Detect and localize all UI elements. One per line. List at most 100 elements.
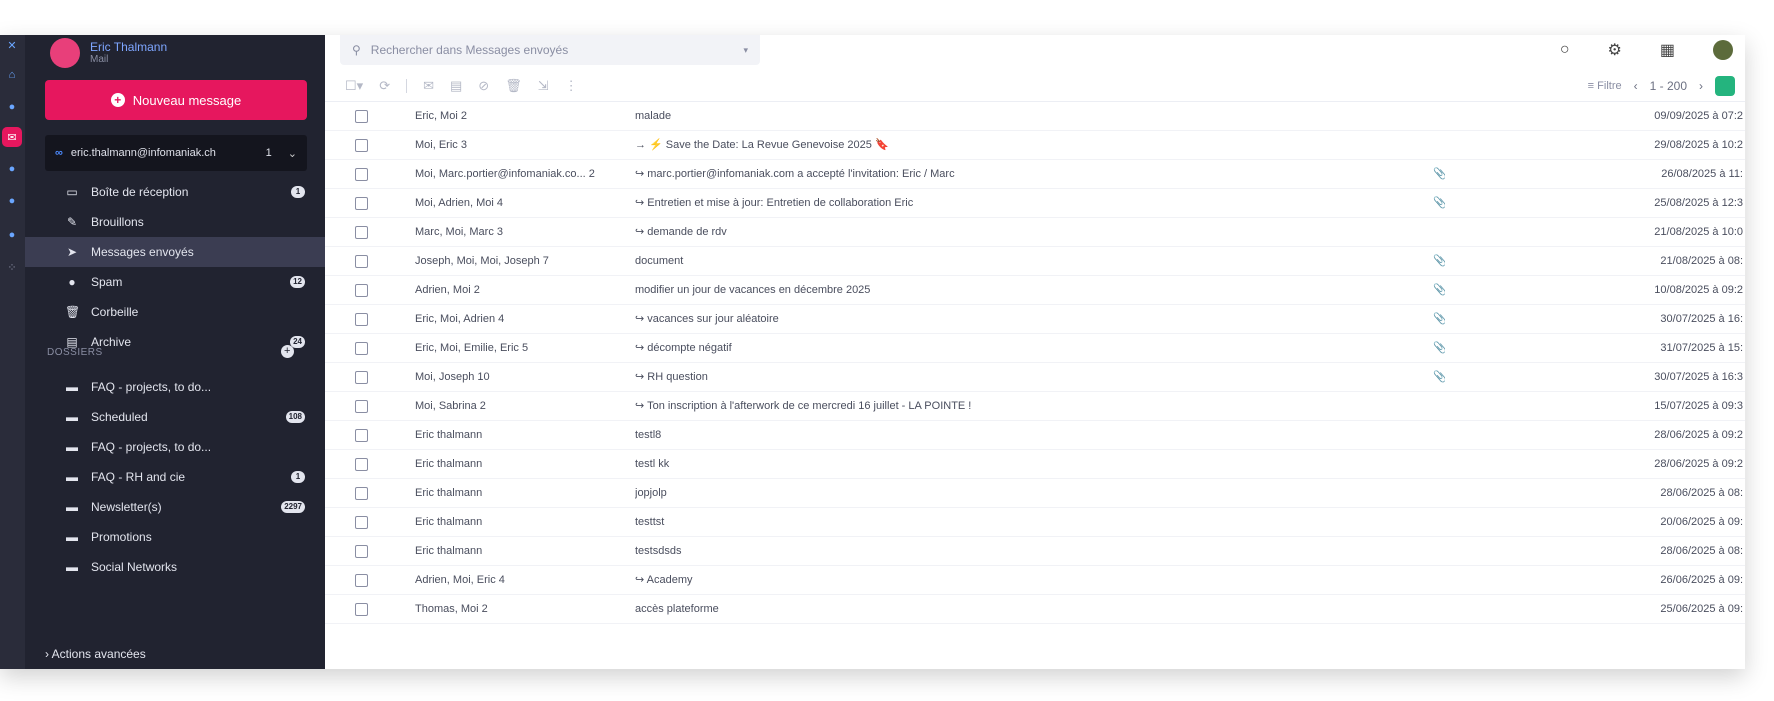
email-row[interactable]: Moi, Marc.portier@infomaniak.co... 2 ↪ ma… <box>325 160 1745 189</box>
email-date: 30/07/2025 à 16:3 <box>1654 371 1743 383</box>
side-panel-icon[interactable] <box>1715 76 1735 96</box>
filter-button[interactable]: ≡ Filtre <box>1588 80 1622 92</box>
row-checkbox[interactable] <box>355 197 368 210</box>
email-from: Moi, Joseph 10 <box>415 371 490 383</box>
email-from: Eric thalmann <box>415 429 483 441</box>
sidebar-folder-bo-te-de-r-ception[interactable]: ▭ Boîte de réception 1 <box>25 177 325 207</box>
archive-icon[interactable]: ▤ <box>450 78 462 94</box>
apps-grid-icon[interactable]: ⁘ <box>2 257 22 277</box>
attachment-icon: 📎 <box>1433 342 1445 354</box>
email-row[interactable]: Moi, Joseph 10 ↪ RH question 📎 30/07/2025 à… <box>325 363 1745 392</box>
plus-icon: + <box>110 93 125 107</box>
account-name: Eric Thalmann <box>90 40 168 54</box>
search-options-chevron-icon[interactable]: ▾ <box>743 45 748 56</box>
mailbox-selector[interactable]: ∞ eric.thalmann@infomaniak.ch 1 ⌄ <box>45 135 307 171</box>
mail-app-window: ✕ ⌂ ● ✉ ● ● ● ⁘ Eric Thalmann Mail + Nou… <box>0 35 1745 669</box>
notifications-icon[interactable]: ○ <box>1560 41 1570 59</box>
select-all-checkbox[interactable]: ☐▾ <box>345 78 363 94</box>
delete-icon[interactable]: 🗑 <box>505 78 522 94</box>
count-badge: 2297 <box>281 501 305 513</box>
dossier-item[interactable]: ▬ Promotions <box>25 522 325 552</box>
row-checkbox[interactable] <box>355 400 368 413</box>
email-from: Moi, Eric 3 <box>415 139 467 151</box>
email-row[interactable]: Adrien, Moi, Eric 4 ↪ Academy 26/06/2025 à… <box>325 566 1745 595</box>
row-checkbox[interactable] <box>355 458 368 471</box>
email-row[interactable]: Eric, Moi, Emilie, Eric 5 ↪ décompte néga… <box>325 334 1745 363</box>
row-checkbox[interactable] <box>355 545 368 558</box>
new-message-button[interactable]: + Nouveau message <box>45 80 307 120</box>
more-icon[interactable]: ⋮ <box>565 78 578 94</box>
refresh-icon[interactable]: ⟳ <box>379 78 390 94</box>
email-row[interactable]: Eric thalmann testtst 20/06/2025 à 09: <box>325 508 1745 537</box>
dossier-item[interactable]: ▬ FAQ - projects, to do... <box>25 372 325 402</box>
search-bar[interactable]: ⚲ Rechercher dans Messages envoyés ▾ <box>340 35 760 65</box>
row-checkbox[interactable] <box>355 226 368 239</box>
email-subject: testl kk <box>635 458 670 470</box>
pagination: 1 - 200 <box>1649 79 1687 93</box>
dossier-item[interactable]: ▬ FAQ - RH and cie 1 <box>25 462 325 492</box>
row-checkbox[interactable] <box>355 371 368 384</box>
attachment-icon <box>1433 218 1445 247</box>
drafts-icon: ✎ <box>66 215 78 229</box>
drive-icon[interactable]: ● <box>2 97 22 117</box>
sidebar-folder-messages-envoy-s[interactable]: ➤ Messages envoyés <box>25 237 325 267</box>
email-from: Moi, Sabrina 2 <box>415 400 486 412</box>
dossier-item[interactable]: ▬ Newsletter(s) 2297 <box>25 492 325 522</box>
prev-page-icon[interactable]: ‹ <box>1634 79 1638 93</box>
email-row[interactable]: Moi, Adrien, Moi 4 ↪ Entretien et mise à … <box>325 189 1745 218</box>
row-checkbox[interactable] <box>355 168 368 181</box>
email-row[interactable]: Marc, Moi, Marc 3 ↪ demande de rdv 21/08/2… <box>325 218 1745 247</box>
row-checkbox[interactable] <box>355 313 368 326</box>
email-row[interactable]: Eric, Moi, Adrien 4 ↪ vacances sur jour a… <box>325 305 1745 334</box>
email-row[interactable]: Eric thalmann jopjolp 28/06/2025 à 08: <box>325 479 1745 508</box>
next-page-icon[interactable]: › <box>1699 79 1703 93</box>
row-checkbox[interactable] <box>355 516 368 529</box>
sidebar-folder-corbeille[interactable]: 🗑 Corbeille <box>25 297 325 327</box>
spam-icon[interactable]: ⊘ <box>478 78 489 94</box>
row-checkbox[interactable] <box>355 110 368 123</box>
apps-grid-icon[interactable]: ▦ <box>1660 40 1675 60</box>
email-row[interactable]: Eric thalmann testl kk 28/06/2025 à 09:2 <box>325 450 1745 479</box>
mail-app-icon[interactable]: ✉ <box>2 127 22 147</box>
email-row[interactable]: Thomas, Moi 2 accès plateforme 25/06/2025 … <box>325 595 1745 624</box>
sidebar-folder-brouillons[interactable]: ✎ Brouillons <box>25 207 325 237</box>
dossier-item[interactable]: ▬ Social Networks <box>25 552 325 582</box>
row-checkbox[interactable] <box>355 139 368 152</box>
search-input[interactable]: Rechercher dans Messages envoyés <box>371 43 568 57</box>
account-header[interactable]: Eric Thalmann Mail <box>50 35 167 70</box>
dossier-item[interactable]: ▬ FAQ - projects, to do... <box>25 432 325 462</box>
row-checkbox[interactable] <box>355 255 368 268</box>
email-row[interactable]: Adrien, Moi 2 modifier un jour de vacance… <box>325 276 1745 305</box>
email-row[interactable]: Joseph, Moi, Moi, Joseph 7 document 📎 21/08… <box>325 247 1745 276</box>
email-row[interactable]: Moi, Sabrina 2 ↪ Ton inscription à l'afte… <box>325 392 1745 421</box>
user-avatar[interactable] <box>1713 40 1733 60</box>
attachment-icon: 📎 <box>1433 284 1445 296</box>
chat-icon[interactable]: ● <box>2 159 22 179</box>
row-checkbox[interactable] <box>355 603 368 616</box>
row-checkbox[interactable] <box>355 429 368 442</box>
email-date: 26/06/2025 à 09: <box>1660 574 1743 586</box>
email-row[interactable]: Eric, Moi 2 malade 09/09/2025 à 07:2 <box>325 102 1745 131</box>
add-folder-icon[interactable]: + <box>281 345 294 358</box>
move-icon[interactable]: ⇲ <box>538 78 549 94</box>
email-row[interactable]: Eric thalmann testsdsds 28/06/2025 à 08: <box>325 537 1745 566</box>
settings-icon[interactable]: ⚙ <box>1608 40 1622 60</box>
dossier-item[interactable]: ▬ Scheduled 108 <box>25 402 325 432</box>
email-row[interactable]: Eric thalmann testl8 28/06/2025 à 09:2 <box>325 421 1745 450</box>
row-checkbox[interactable] <box>355 342 368 355</box>
advanced-actions[interactable]: › Actions avancées <box>45 647 146 661</box>
sidebar-folder-spam[interactable]: ● Spam 12 <box>25 267 325 297</box>
email-subject: testtst <box>635 516 665 528</box>
email-row[interactable]: Moi, Eric 3 → ⚡ Save the Date: La Revue G… <box>325 131 1745 160</box>
email-subject: ↪ marc.portier@infomaniak.com a accepté … <box>635 168 955 180</box>
row-checkbox[interactable] <box>355 284 368 297</box>
contacts-icon[interactable]: ● <box>2 225 22 245</box>
row-checkbox[interactable] <box>355 574 368 587</box>
infomaniak-logo-icon[interactable]: ✕ <box>2 35 22 55</box>
row-checkbox[interactable] <box>355 487 368 500</box>
calendar-icon[interactable]: ● <box>2 191 22 211</box>
email-subject: ↪ Academy <box>635 574 693 586</box>
attachment-icon <box>1433 131 1445 160</box>
mark-read-icon[interactable]: ✉ <box>423 78 434 94</box>
home-icon[interactable]: ⌂ <box>2 65 22 85</box>
